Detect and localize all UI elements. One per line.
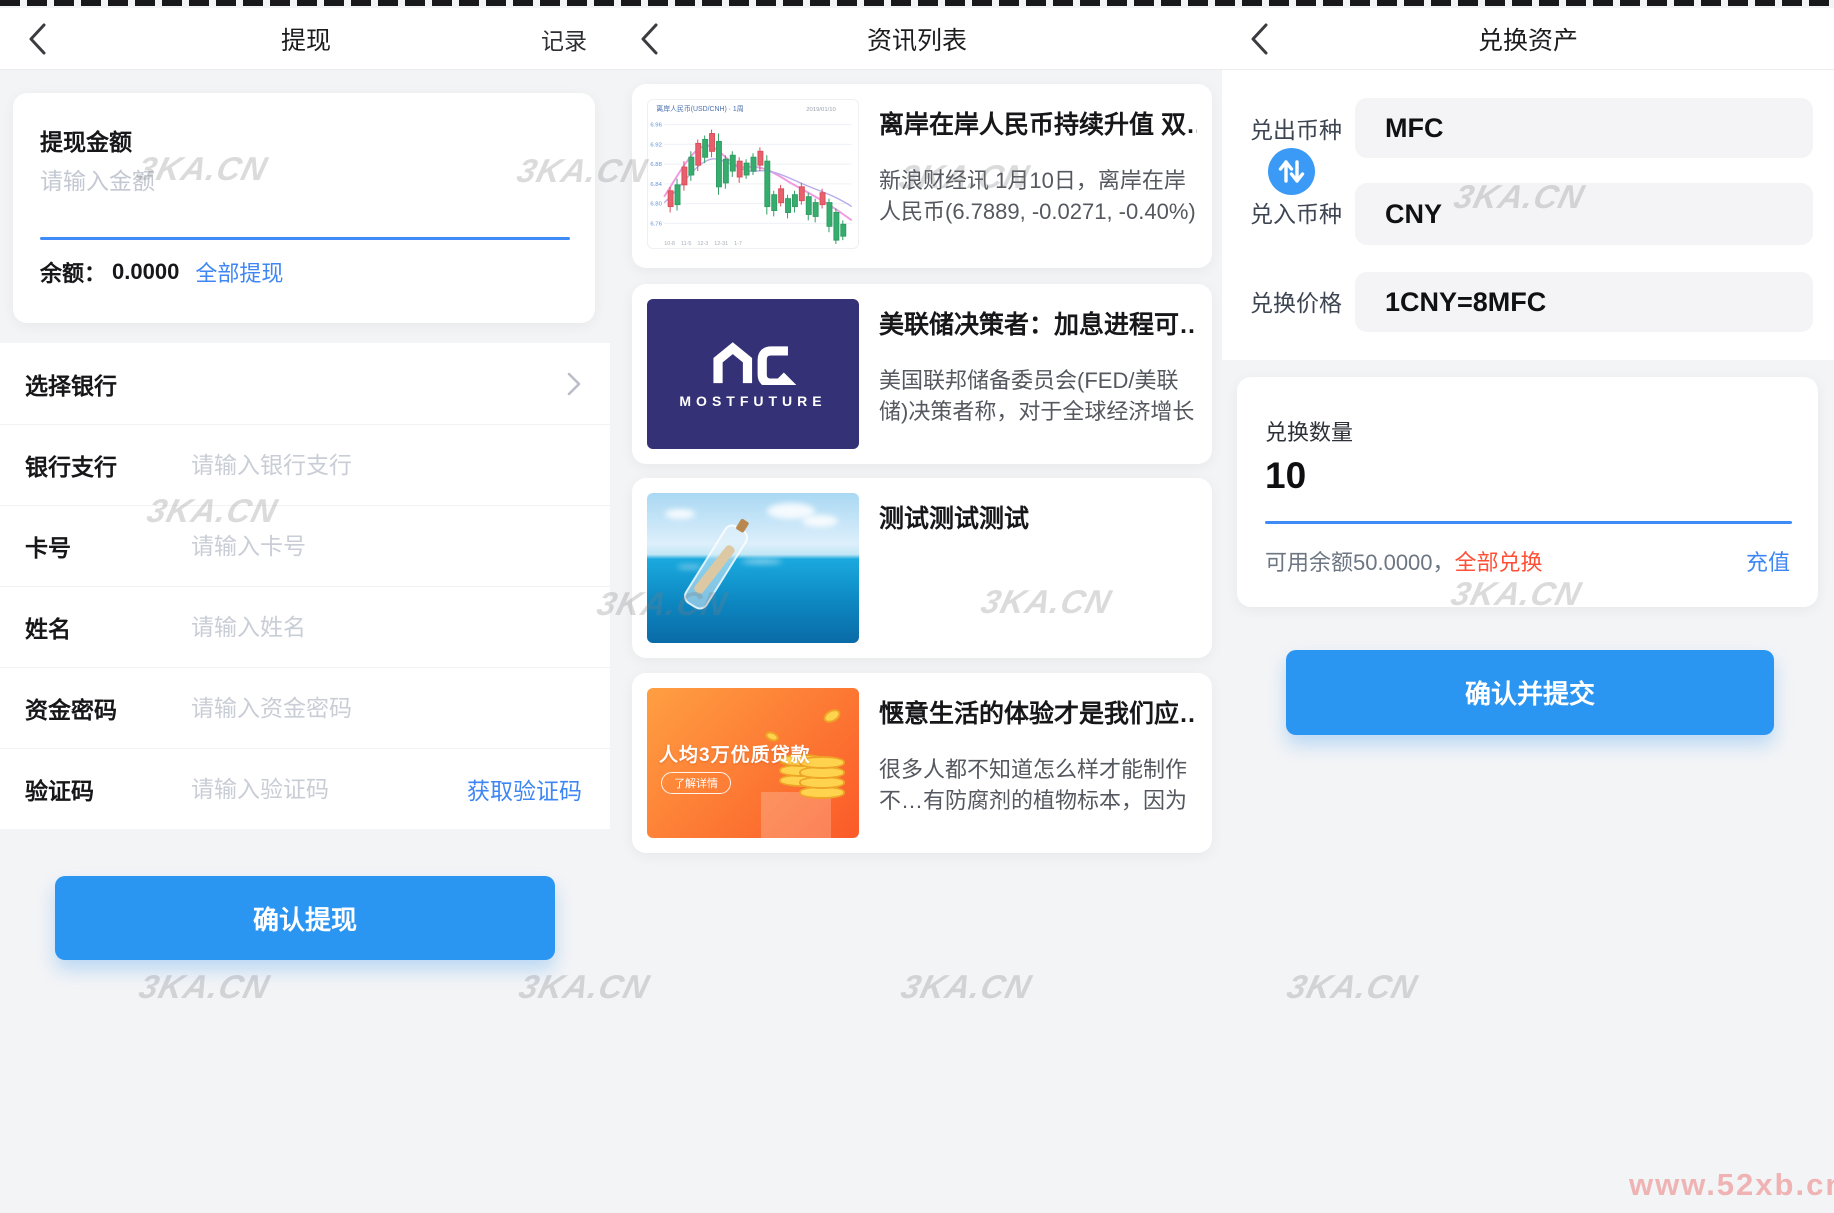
from-currency-label: 兑出币种 [1250,111,1342,145]
withdraw-header: 提现 记录 [0,8,612,70]
chevron-right-icon [566,371,582,397]
loan-ad-button: 了解详情 [661,772,731,794]
page-title: 提现 [281,21,331,57]
svg-text:6.96: 6.96 [650,123,662,129]
exchange-screen: 兑出币种 MFC 兑入币种 CNY 兑换价格 1CNY=8MFC 兑换数量 [1222,70,1834,1213]
news-description: 美国联邦储备委员会(FED/美联储)决策者称，对于全球经济增长放缓及… [879,365,1197,427]
row-label: 卡号 [25,529,191,563]
svg-text:6.92: 6.92 [650,142,662,148]
balance-value: 0.0000 [112,259,179,285]
recharge-link[interactable]: 充值 [1746,545,1790,577]
news-header: 资讯列表 [612,8,1222,70]
exchange-quantity-label: 兑换数量 [1265,415,1353,447]
available-balance-text: 可用余额50.0000， [1265,545,1455,577]
exchange-amount-card: 兑换数量 可用余额50.0000， 全部兑换 充值 [1237,377,1818,607]
svg-text:6.80: 6.80 [650,202,662,208]
exchange-all-link[interactable]: 全部兑换 [1455,545,1543,577]
loan-ad-headline: 人均3万优质贷款 [659,740,811,767]
top-dashed-border [0,0,1834,6]
news-screen: 离岸人民币(USD/CNH) · 1周 2019/01/10 6.96 6.92 6… [612,70,1222,1213]
news-title: 离岸在岸人民币持续升值 双… [879,105,1197,141]
news-title: 美联储决策者：加息进程可… [879,305,1197,341]
svg-text:2019/01/10: 2019/01/10 [806,107,836,113]
news-title: 惬意生活的体验才是我们应… [879,694,1197,730]
withdraw-form: 选择银行 银行支行 卡号 姓名 资金密码 验证码 [0,343,610,829]
name-row: 姓名 [0,586,610,667]
svg-text:6.84: 6.84 [650,182,662,188]
withdraw-all-link[interactable]: 全部提现 [195,256,283,288]
exchange-price-value: 1CNY=8MFC [1355,272,1813,332]
svg-text:6.88: 6.88 [650,162,662,168]
exchange-rate: 1CNY=8MFC [1385,287,1546,318]
card-number-input[interactable] [191,533,582,560]
back-icon[interactable] [1248,22,1270,56]
exchange-header: 兑换资产 [1222,8,1834,70]
fund-password-input[interactable] [191,695,582,722]
records-link[interactable]: 记录 [541,22,587,56]
svg-text:10-8 11-5 12-3 12-31: 10-8 11-5 12-3 12-31 1-7 [664,241,742,247]
news-description: 新浪财经讯 1月10日，离岸在岸人民币(6.7889, -0.0271, -0.… [879,165,1197,227]
balance-label: 余额： [40,256,106,288]
mostfuture-logo: MOSTFUTURE [647,299,859,449]
input-underline [40,237,570,240]
input-underline [1265,521,1792,524]
amount-input[interactable] [40,159,560,203]
row-label: 选择银行 [25,367,191,401]
back-icon[interactable] [638,22,660,56]
get-code-link[interactable]: 获取验证码 [467,772,582,806]
row-label: 银行支行 [25,448,191,482]
to-currency-code: CNY [1385,199,1442,230]
exchange-quantity-input[interactable] [1265,451,1765,501]
header-band: 提现 记录 资讯列表 兑换资产 [0,8,1834,70]
news-item[interactable]: MOSTFUTURE 美联储决策者：加息进程可… 美国联邦储备委员会(FED/美… [632,284,1212,464]
bank-branch-input[interactable] [191,452,582,479]
to-currency-value[interactable]: CNY [1355,183,1813,245]
back-icon[interactable] [26,22,48,56]
news-item[interactable]: 离岸人民币(USD/CNH) · 1周 2019/01/10 6.96 6.92 6… [632,84,1212,268]
news-item[interactable]: 人均3万优质贷款 了解详情 惬意生活的体验才是我们应… 很多人都不知道怎么样才能… [632,673,1212,853]
mostfuture-logo-text: MOSTFUTURE [679,393,826,409]
confirm-submit-button[interactable]: 确认并提交 [1286,650,1774,735]
bank-select-row[interactable]: 选择银行 [0,343,610,424]
swap-icon[interactable] [1268,148,1315,195]
exchange-price-label: 兑换价格 [1250,284,1342,318]
bank-branch-row: 银行支行 [0,424,610,505]
confirm-withdraw-button[interactable]: 确认提现 [55,876,555,960]
withdraw-screen: 提现金额 余额： 0.0000 全部提现 选择银行 银行支行 卡号 [0,70,612,1213]
page-title: 兑换资产 [1478,21,1578,57]
news-thumbnail-loan-ad: 人均3万优质贷款 了解详情 [647,688,859,838]
page-title: 资讯列表 [867,21,967,57]
exchange-pair-section: 兑出币种 MFC 兑入币种 CNY 兑换价格 1CNY=8MFC [1222,70,1834,360]
news-thumbnail-ocean-bottle [647,493,859,643]
amount-label: 提现金额 [40,123,132,157]
fund-password-row: 资金密码 [0,667,610,748]
to-currency-label: 兑入币种 [1250,195,1342,229]
row-label: 姓名 [25,610,191,644]
news-thumbnail-candlestick-chart: 离岸人民币(USD/CNH) · 1周 2019/01/10 6.96 6.92 6… [647,99,859,249]
svg-text:6.76: 6.76 [650,221,662,227]
from-currency-value[interactable]: MFC [1355,98,1813,158]
news-item[interactable]: 测试测试测试 [632,478,1212,658]
news-title: 测试测试测试 [879,499,1197,535]
name-input[interactable] [191,614,582,641]
verification-code-input[interactable] [191,776,467,803]
from-currency-code: MFC [1385,113,1443,144]
verification-code-row: 验证码 获取验证码 [0,748,610,829]
withdraw-amount-card: 提现金额 余额： 0.0000 全部提现 [13,93,595,323]
news-description: 很多人都不知道怎么样才能制作不…有防腐剂的植物标本，因为没有防… [879,754,1197,816]
screenshot-canvas: 提现 记录 资讯列表 兑换资产 提现金额 余额： 0.0000 全部提现 [0,0,1834,1213]
row-label: 资金密码 [25,691,191,725]
svg-text:离岸人民币(USD/CNH) · 1周: 离岸人民币(USD/CNH) · 1周 [656,104,743,113]
row-label: 验证码 [25,772,191,806]
card-number-row: 卡号 [0,505,610,586]
